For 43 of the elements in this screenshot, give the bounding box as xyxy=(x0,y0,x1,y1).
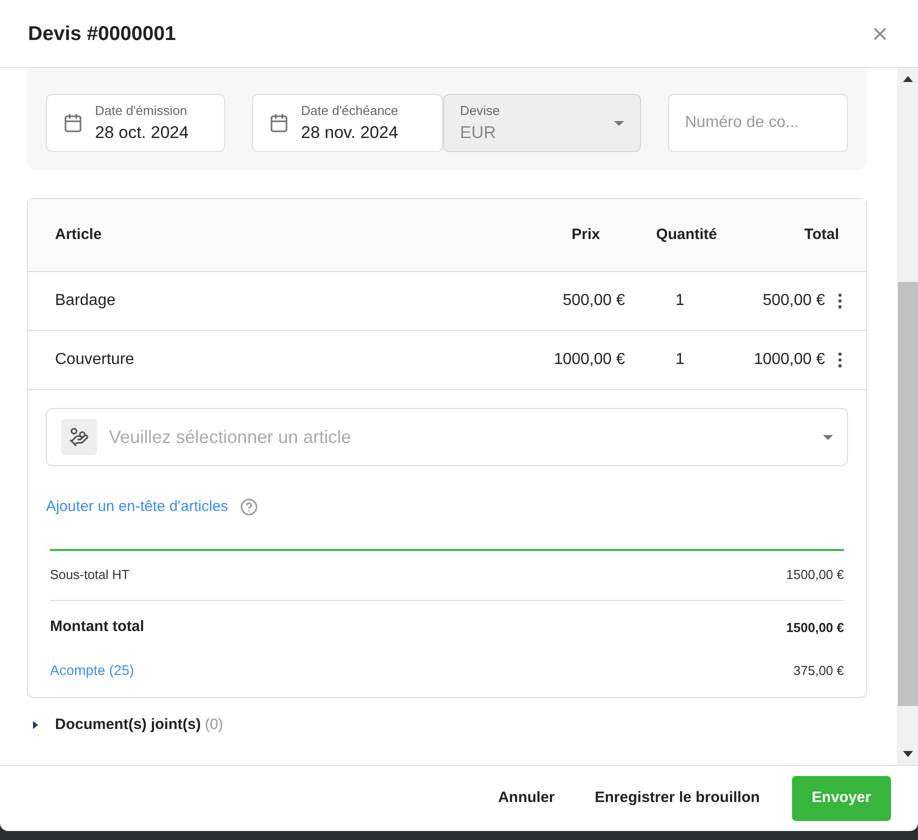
attachments-count: (0) xyxy=(204,714,224,734)
scroll-down-icon[interactable] xyxy=(902,751,912,757)
field-label: Devise xyxy=(460,102,500,120)
dialog-title: Devis #0000001 xyxy=(28,22,176,46)
attachments-label: Document(s) joint(s) xyxy=(55,714,201,734)
caret-icon xyxy=(823,434,833,440)
date-field[interactable]: Date d'échéance 28 nov. 2024 xyxy=(252,94,443,152)
table-cell-text: 1000,00 € xyxy=(752,350,825,370)
column-header: Total xyxy=(803,224,839,245)
caret-icon xyxy=(614,120,624,126)
table-cell-text: 500,00 € xyxy=(762,291,825,311)
cancel-button[interactable]: Annuler xyxy=(482,776,571,820)
table-cell-text: Couverture xyxy=(55,350,136,370)
field-value: 28 nov. 2024 xyxy=(301,122,398,144)
date-field[interactable]: Date d'émission 28 oct. 2024 xyxy=(46,94,225,152)
field-label: Date d'émission xyxy=(95,102,188,120)
column-header: Quantité xyxy=(655,224,717,245)
placeholder-text: Veuillez sélectionner un article xyxy=(109,426,352,448)
scrollbar-thumb[interactable] xyxy=(898,282,918,706)
total-value: 1500,00 € xyxy=(786,618,844,637)
subtotal-value: 1500,00 € xyxy=(786,566,844,584)
input-field[interactable]: Numéro de co... xyxy=(668,94,848,152)
column-header: Prix xyxy=(570,224,600,245)
help-icon[interactable] xyxy=(240,498,258,516)
scroll-up-icon[interactable] xyxy=(902,76,912,82)
field-label: Date d'échéance xyxy=(301,102,398,120)
calendar-icon xyxy=(63,113,83,133)
attachments-toggle[interactable]: Document(s) joint(s) (0) xyxy=(27,714,867,736)
save-draft-button[interactable]: Enregistrer le brouillon xyxy=(578,776,776,820)
field-value: 28 oct. 2024 xyxy=(95,122,189,144)
table-cell-text: 1000,00 € xyxy=(552,350,625,370)
subtotal-label: Sous-total HT xyxy=(50,566,130,584)
calendar-icon xyxy=(269,113,289,133)
total-label: Montant total xyxy=(50,617,144,638)
table-cell-text: 500,00 € xyxy=(562,291,625,311)
table-cell-text: 1 xyxy=(674,291,686,311)
table-cell-text: 1 xyxy=(674,350,686,370)
column-header: Article xyxy=(55,224,103,245)
table-cell-text: Bardage xyxy=(55,291,116,311)
hand-coin-icon xyxy=(61,419,97,455)
deposit-value: 375,00 € xyxy=(793,662,844,680)
scrollbar[interactable] xyxy=(897,68,918,765)
field-value: EUR xyxy=(460,122,497,144)
